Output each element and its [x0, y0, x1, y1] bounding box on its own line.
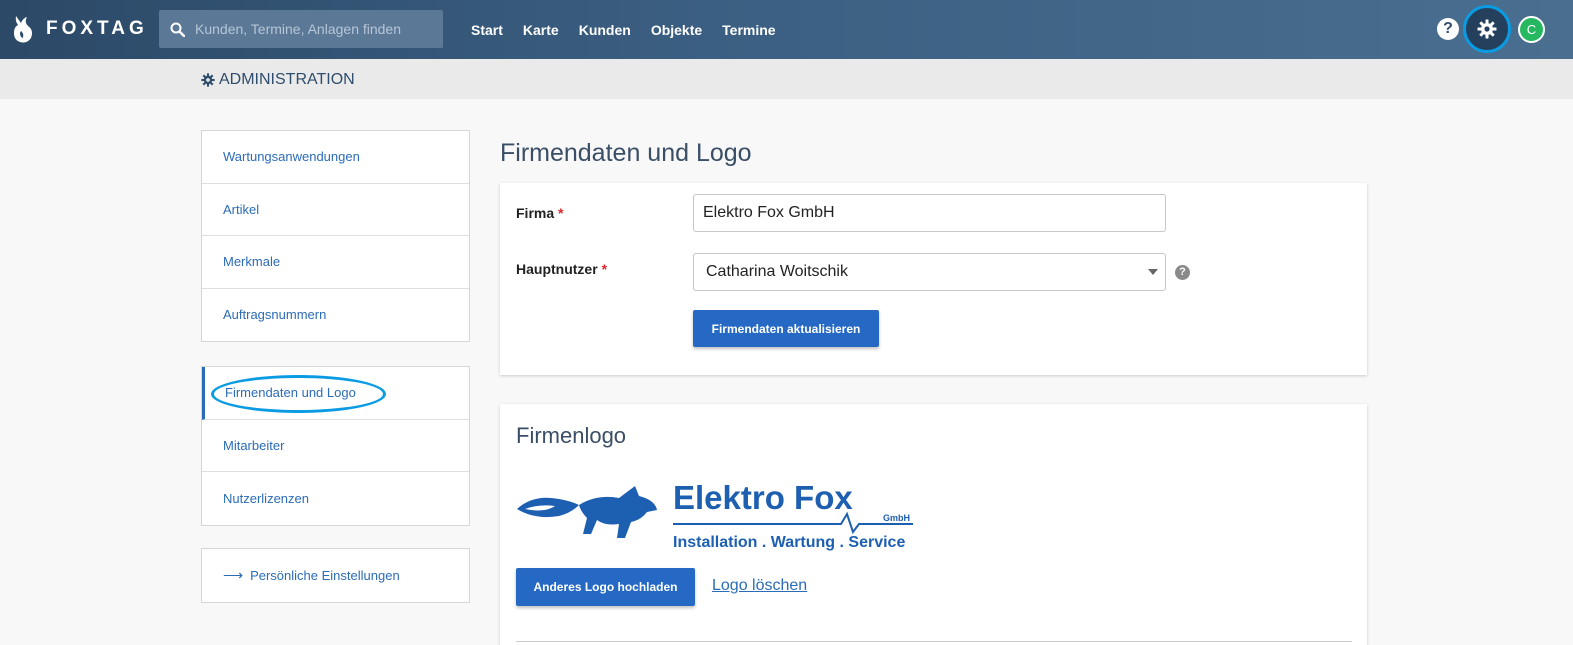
- help-icon[interactable]: ?: [1437, 18, 1459, 40]
- delete-logo-link[interactable]: Logo löschen: [712, 577, 807, 595]
- sidebar-item-nutzerlizenzen[interactable]: Nutzerlizenzen: [202, 472, 469, 525]
- top-navigation-bar: FOXTAG Start Karte Kunden Objekte Termin…: [0, 0, 1573, 59]
- hauptnutzer-label-text: Hauptnutzer: [516, 261, 598, 277]
- nav-karte[interactable]: Karte: [523, 22, 559, 38]
- sidebar-item-label: Persönliche Einstellungen: [250, 567, 400, 583]
- logo-tagline: Installation . Wartung . Service: [673, 534, 905, 551]
- required-mark: *: [601, 261, 608, 277]
- required-mark: *: [558, 205, 564, 221]
- search-input[interactable]: [195, 21, 435, 37]
- nav-kunden[interactable]: Kunden: [579, 22, 631, 38]
- logo-section-title: Firmenlogo: [516, 423, 627, 448]
- sidebar-group-personal: ⟶ Persönliche Einstellungen: [201, 548, 470, 603]
- brand-name: FOXTAG: [46, 18, 148, 39]
- nav-start[interactable]: Start: [471, 22, 503, 38]
- gear-icon: [1477, 19, 1497, 39]
- hauptnutzer-selected-value: Catharina Woitschik: [706, 263, 848, 280]
- sidebar-item-wartungsanwendungen[interactable]: Wartungsanwendungen: [202, 131, 469, 184]
- fox-logo-icon: [14, 16, 32, 43]
- firma-label: Firma *: [516, 205, 563, 221]
- global-search[interactable]: [159, 10, 443, 48]
- company-logo-image: Elektro Fox GmbH Installation . Wartung …: [515, 479, 915, 557]
- update-company-data-button[interactable]: Firmendaten aktualisieren: [693, 310, 879, 347]
- sidebar-item-persoenliche-einstellungen[interactable]: ⟶ Persönliche Einstellungen: [202, 549, 469, 602]
- logo-text-main: Elektro Fox: [673, 480, 853, 516]
- sidebar-group-apps: Wartungsanwendungen Artikel Merkmale Auf…: [201, 130, 470, 342]
- sidebar-group-company: Firmendaten und Logo Mitarbeiter Nutzerl…: [201, 366, 470, 526]
- highlight-oval: [211, 375, 386, 413]
- sidebar-item-artikel[interactable]: Artikel: [202, 184, 469, 236]
- chevron-down-icon: [1148, 269, 1158, 275]
- main-nav: Start Karte Kunden Objekte Termine: [471, 0, 796, 59]
- search-icon: [159, 10, 195, 48]
- firma-label-text: Firma: [516, 205, 555, 221]
- foxtag-logo[interactable]: FOXTAG: [12, 14, 148, 44]
- nav-termine[interactable]: Termine: [722, 22, 775, 38]
- user-avatar[interactable]: C: [1518, 16, 1545, 43]
- settings-button[interactable]: [1463, 5, 1511, 53]
- gear-icon: [201, 73, 215, 87]
- company-logo-card: Firmenlogo Elektro Fox GmbH Installation…: [500, 404, 1367, 645]
- sidebar-item-auftragsnummern[interactable]: Auftragsnummern: [202, 289, 469, 342]
- page-section-title: ADMINISTRATION: [201, 71, 355, 89]
- admin-header: ADMINISTRATION: [0, 59, 1573, 99]
- logo-text-gmbh: GmbH: [883, 513, 910, 523]
- admin-title: ADMINISTRATION: [219, 71, 355, 88]
- hauptnutzer-label: Hauptnutzer *: [516, 261, 607, 277]
- divider: [516, 641, 1352, 642]
- sidebar-item-merkmale[interactable]: Merkmale: [202, 236, 469, 289]
- firma-input[interactable]: [693, 194, 1166, 232]
- nav-objekte[interactable]: Objekte: [651, 22, 702, 38]
- fox-body-shape: [579, 486, 657, 538]
- company-data-card: Firma * Hauptnutzer * Catharina Woitschi…: [500, 183, 1367, 375]
- sidebar-item-firmendaten[interactable]: Firmendaten und Logo: [202, 367, 469, 420]
- sidebar-item-mitarbeiter[interactable]: Mitarbeiter: [202, 420, 469, 472]
- hauptnutzer-select[interactable]: Catharina Woitschik: [693, 253, 1166, 291]
- question-circle-icon[interactable]: ?: [1175, 265, 1190, 280]
- upload-logo-button[interactable]: Anderes Logo hochladen: [516, 568, 695, 606]
- page-title: Firmendaten und Logo: [500, 139, 752, 167]
- arrow-right-icon: ⟶: [223, 566, 244, 583]
